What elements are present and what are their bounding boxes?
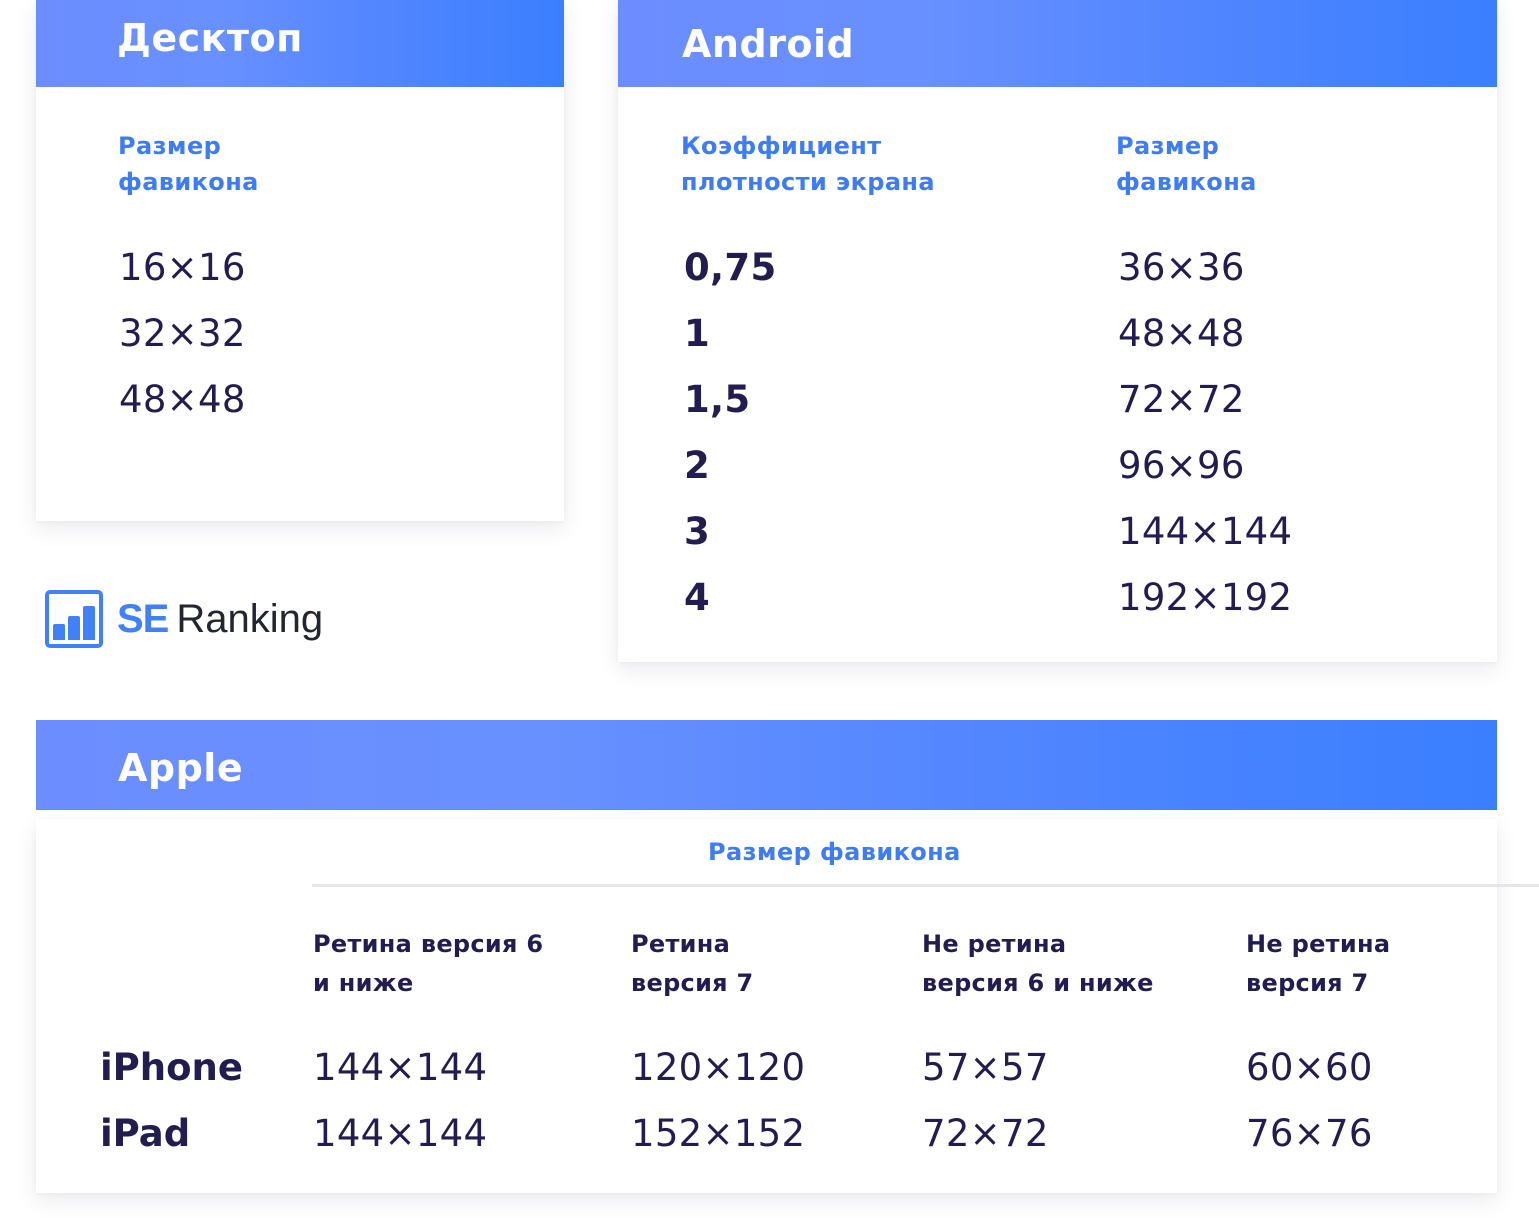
apple-column-header: Ретина версия 6 и ниже xyxy=(313,930,544,997)
apple-size-value: 144×144 xyxy=(313,1112,488,1155)
density-value: 1,5 xyxy=(684,378,751,421)
android-size-value: 192×192 xyxy=(1118,576,1293,619)
android-size-value: 72×72 xyxy=(1118,378,1245,421)
apple-size-value: 60×60 xyxy=(1246,1046,1373,1089)
apple-size-value: 57×57 xyxy=(922,1046,1049,1089)
apple-column-header: Ретина версия 7 xyxy=(631,930,754,997)
desktop-size-value: 32×32 xyxy=(119,312,246,355)
bar-chart-icon xyxy=(45,590,103,648)
android-header: Android xyxy=(618,0,1497,87)
density-value: 3 xyxy=(684,510,711,553)
apple-column-header: Не ретина версия 7 xyxy=(1246,930,1391,997)
apple-header: Apple xyxy=(36,720,1497,810)
density-value: 2 xyxy=(684,444,711,487)
android-card: Android Коэффициент плотности экрана Раз… xyxy=(618,0,1497,662)
logo-text-ranking: Ranking xyxy=(176,596,324,641)
apple-size-value: 76×76 xyxy=(1246,1112,1373,1155)
desktop-card: Десктоп Размер фавикона 16×16 32×32 48×4… xyxy=(36,0,564,521)
desktop-size-value: 16×16 xyxy=(119,246,246,289)
density-value: 0,75 xyxy=(684,246,777,289)
android-size-column-header: Размер фавикона xyxy=(1116,132,1257,196)
android-size-value: 144×144 xyxy=(1118,510,1293,553)
android-title: Android xyxy=(682,22,855,66)
apple-size-value: 144×144 xyxy=(313,1046,488,1089)
apple-column-header: Не ретина версия 6 и ниже xyxy=(922,930,1154,997)
desktop-header: Десктоп xyxy=(36,0,564,87)
desktop-size-value: 48×48 xyxy=(119,378,246,421)
density-value: 1 xyxy=(684,312,711,355)
desktop-size-label: Размер фавикона xyxy=(118,132,259,196)
desktop-title: Десктоп xyxy=(117,16,303,60)
se-ranking-logo: SE Ranking xyxy=(45,590,323,648)
android-size-value: 96×96 xyxy=(1118,444,1245,487)
device-label: iPhone xyxy=(100,1046,243,1089)
apple-size-group-label: Размер фавикона xyxy=(708,838,961,866)
apple-size-value: 152×152 xyxy=(631,1112,806,1155)
android-size-value: 36×36 xyxy=(1118,246,1245,289)
apple-size-value: 72×72 xyxy=(922,1112,1049,1155)
density-column-header: Коэффициент плотности экрана xyxy=(681,132,936,196)
divider xyxy=(312,884,1539,887)
logo-text-se: SE xyxy=(117,596,169,641)
density-value: 4 xyxy=(684,576,711,619)
android-size-value: 48×48 xyxy=(1118,312,1245,355)
apple-title: Apple xyxy=(118,746,244,790)
apple-size-value: 120×120 xyxy=(631,1046,806,1089)
device-label: iPad xyxy=(100,1112,191,1155)
